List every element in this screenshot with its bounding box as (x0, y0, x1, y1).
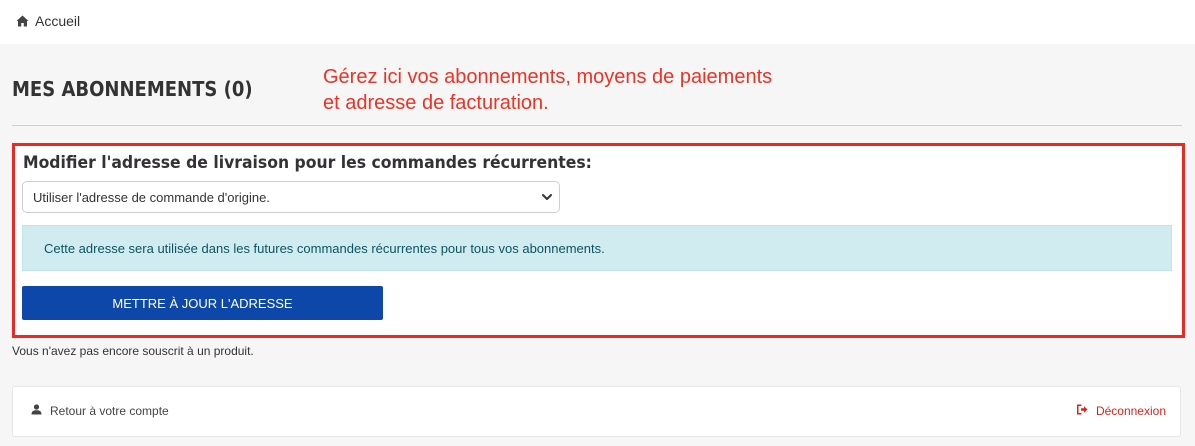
user-icon (31, 404, 42, 418)
title-divider (12, 125, 1182, 126)
top-bar: Accueil (0, 0, 1195, 44)
shipping-address-select[interactable]: Utiliser l'adresse de commande d'origine… (22, 181, 560, 213)
sign-out-icon (1076, 404, 1088, 418)
chevron-down-icon (541, 191, 553, 206)
empty-subscriptions-note: Vous n'avez pas encore souscrit à un pro… (12, 344, 254, 358)
account-footer: Retour à votre compte Déconnexion (12, 386, 1181, 437)
address-form-title: Modifier l'adresse de livraison pour les… (23, 153, 592, 173)
home-icon (16, 15, 29, 27)
logout-label: Déconnexion (1095, 404, 1166, 418)
info-alert-text: Cette adresse sera utilisée dans les fut… (44, 240, 605, 256)
logout-link[interactable]: Déconnexion (1076, 404, 1166, 418)
shipping-address-select-value: Utiliser l'adresse de commande d'origine… (33, 189, 270, 205)
update-address-button[interactable]: METTRE À JOUR L'ADRESSE (22, 286, 383, 320)
breadcrumb-home-label: Accueil (35, 13, 81, 29)
breadcrumb[interactable]: Accueil (16, 12, 80, 30)
annotation-note: Gérez ici vos abonnements, moyens de pai… (323, 64, 883, 116)
address-form-highlight: Modifier l'adresse de livraison pour les… (12, 143, 1185, 338)
annotation-line-1: Gérez ici vos abonnements, moyens de pai… (323, 66, 773, 88)
page-title: MES ABONNEMENTS (0) (12, 77, 253, 101)
back-to-account-link[interactable]: Retour à votre compte (31, 404, 169, 418)
back-to-account-label: Retour à votre compte (50, 404, 169, 418)
annotation-line-2: et adresse de facturation. (323, 92, 549, 114)
info-alert: Cette adresse sera utilisée dans les fut… (22, 225, 1172, 271)
